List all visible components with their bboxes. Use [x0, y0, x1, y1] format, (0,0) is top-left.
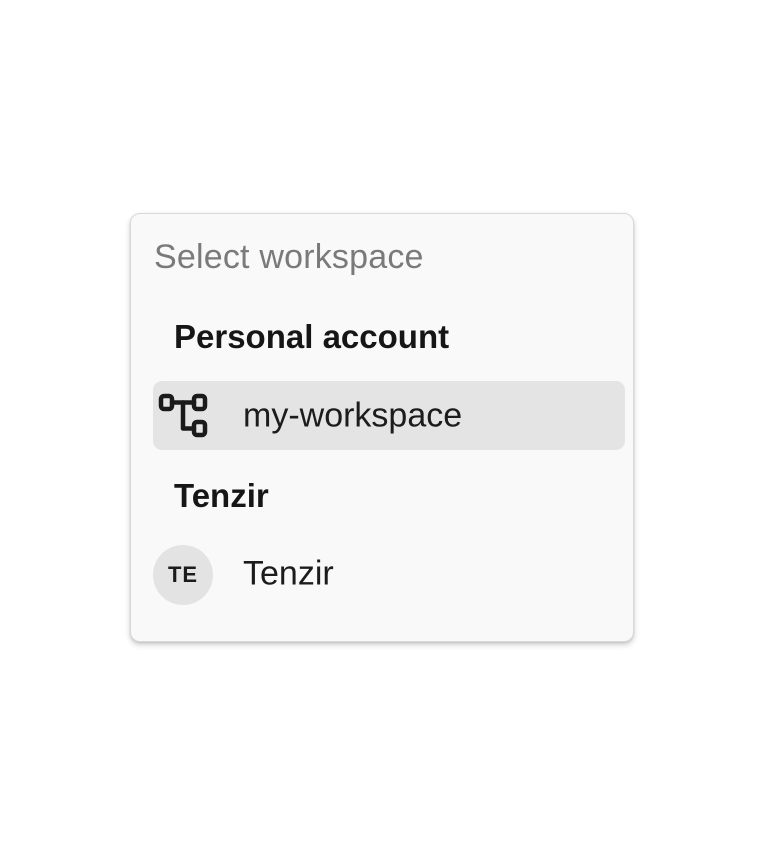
workspace-selector-popover: Select workspace Personal account my-wor…	[130, 213, 634, 642]
workspace-tree-icon	[158, 393, 208, 438]
group-heading-tenzir: Tenzir	[174, 477, 269, 514]
group-heading-personal-account: Personal account	[174, 318, 450, 355]
workspace-item-tenzir[interactable]: TE Tenzir	[153, 541, 625, 607]
popover-title: Select workspace	[154, 238, 424, 276]
avatar: TE	[153, 545, 213, 605]
workspace-item-label: my-workspace	[243, 396, 463, 434]
workspace-item-my-workspace[interactable]: my-workspace	[153, 381, 625, 450]
workspace-item-label: Tenzir	[243, 554, 334, 593]
